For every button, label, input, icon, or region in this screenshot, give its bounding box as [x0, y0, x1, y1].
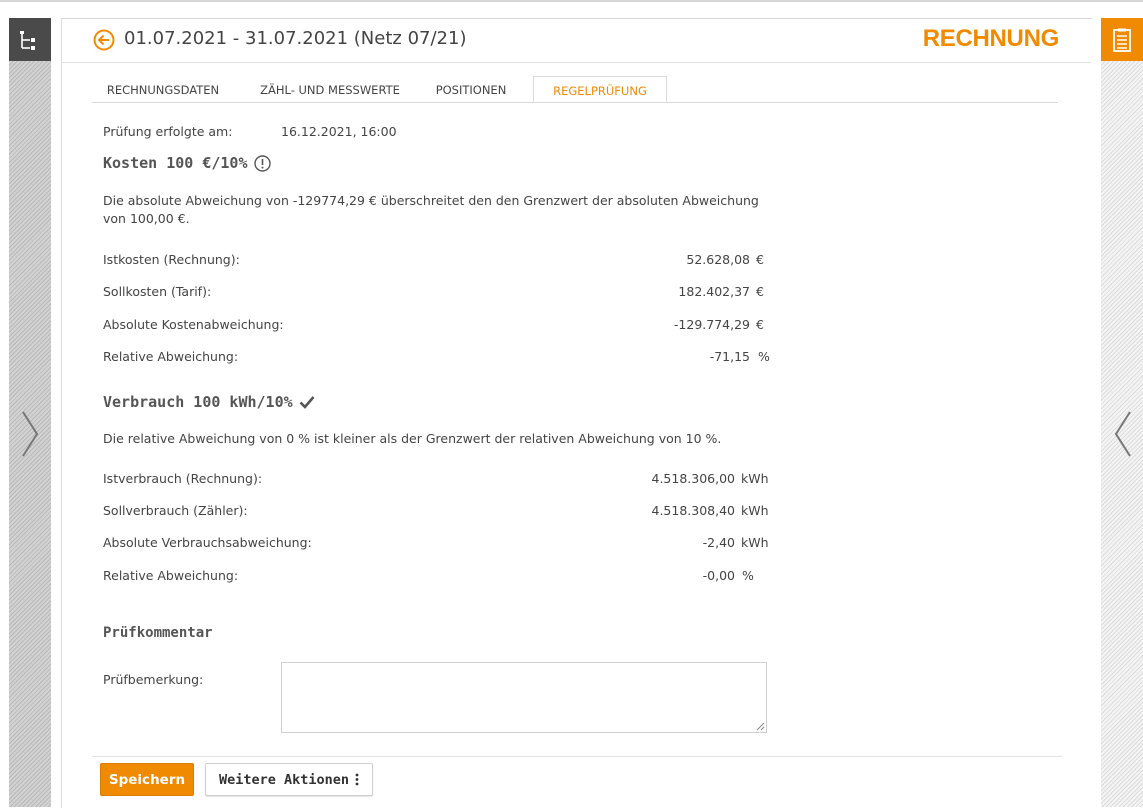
verbrauchsabweichung-label: Absolute Verbrauchsabweichung: — [103, 535, 312, 550]
verbrauch-relative-unit: % — [742, 568, 754, 583]
verbrauchsabweichung-unit: kWh — [741, 535, 769, 550]
footer-divider — [92, 756, 1062, 757]
istverbrauch-value: 4.518.306,00 — [651, 471, 736, 486]
kosten-relative-label: Relative Abweichung: — [103, 349, 239, 364]
kostenabweichung-value: -129.774,29 — [673, 317, 750, 332]
more-actions-label: Weitere Aktionen — [218, 771, 350, 788]
verbrauch-message: Die relative Abweichung von 0 % ist klei… — [103, 431, 722, 446]
kostenabweichung-unit: € — [756, 317, 764, 332]
istverbrauch-unit: kWh — [741, 471, 769, 486]
istkosten-unit: € — [756, 252, 764, 267]
expand-right-chevron-icon[interactable] — [1112, 410, 1134, 458]
sollkosten-label: Sollkosten (Tarif): — [103, 284, 212, 299]
sollkosten-value: 182.402,37 — [678, 284, 750, 299]
tab-positionen[interactable]: POSITIONEN — [430, 76, 512, 102]
more-actions-button[interactable]: Weitere Aktionen — [205, 763, 373, 796]
vertical-ellipsis-icon — [355, 773, 359, 786]
kosten-message: Die absolute Abweichung von -129774,29 €… — [103, 193, 759, 226]
expand-left-chevron-icon[interactable] — [19, 410, 41, 458]
kosten-title-text: Kosten 100 €/10% — [103, 154, 248, 172]
pruefkommentar-heading: Prüfkommentar — [103, 625, 213, 641]
kostenabweichung-label: Absolute Kostenabweichung: — [103, 317, 284, 332]
sollkosten-unit: € — [756, 284, 764, 299]
pruefbemerkung-textarea[interactable] — [281, 662, 767, 733]
tree-view-button[interactable] — [9, 18, 51, 61]
kosten-relative-unit: % — [758, 349, 770, 364]
verbrauchsabweichung-value: -2,40 — [702, 535, 735, 550]
document-type-label: RECHNUNG — [922, 25, 1060, 52]
sollverbrauch-unit: kWh — [741, 503, 769, 518]
top-border — [0, 0, 1143, 2]
warning-circle-icon — [253, 154, 271, 172]
sollverbrauch-value: 4.518.308,40 — [651, 503, 736, 518]
tab-bar: RECHNUNGSDATEN ZÄHL- UND MESSWERTE POSIT… — [92, 76, 1058, 103]
verbrauch-title-text: Verbrauch 100 kWh/10% — [103, 393, 293, 411]
check-date-label: Prüfung erfolgte am: — [103, 124, 233, 139]
tab-zaehl-und-messwerte[interactable]: ZÄHL- UND MESSWERTE — [255, 76, 405, 102]
tab-regelpruefung[interactable]: REGELPRÜFUNG — [533, 76, 667, 102]
document-list-icon — [1113, 28, 1131, 52]
verbrauch-relative-value: -0,00 — [702, 568, 735, 583]
pruefbemerkung-label: Prüfbemerkung: — [103, 672, 204, 687]
istkosten-label: Istkosten (Rechnung): — [103, 252, 240, 267]
resize-handle-icon[interactable] — [755, 721, 765, 731]
document-list-button[interactable] — [1101, 18, 1143, 61]
save-button[interactable]: Speichern — [100, 763, 194, 796]
verbrauch-relative-label: Relative Abweichung: — [103, 568, 239, 583]
kosten-section-title: Kosten 100 €/10% — [103, 154, 271, 172]
back-arrow-icon[interactable] — [93, 29, 115, 51]
verbrauch-section-title: Verbrauch 100 kWh/10% — [103, 393, 315, 411]
checkmark-icon — [299, 396, 315, 409]
istverbrauch-label: Istverbrauch (Rechnung): — [103, 471, 263, 486]
page-header: 01.07.2021 - 31.07.2021 (Netz 07/21) REC… — [61, 18, 1091, 63]
page-title: 01.07.2021 - 31.07.2021 (Netz 07/21) — [124, 28, 467, 49]
tree-structure-icon — [20, 30, 35, 50]
tab-rechnungsdaten[interactable]: RECHNUNGSDATEN — [104, 76, 222, 102]
check-date-value: 16.12.2021, 16:00 — [281, 124, 397, 139]
sollverbrauch-label: Sollverbrauch (Zähler): — [103, 503, 248, 518]
istkosten-value: 52.628,08 — [686, 252, 750, 267]
kosten-relative-value: -71,15 — [709, 349, 750, 364]
